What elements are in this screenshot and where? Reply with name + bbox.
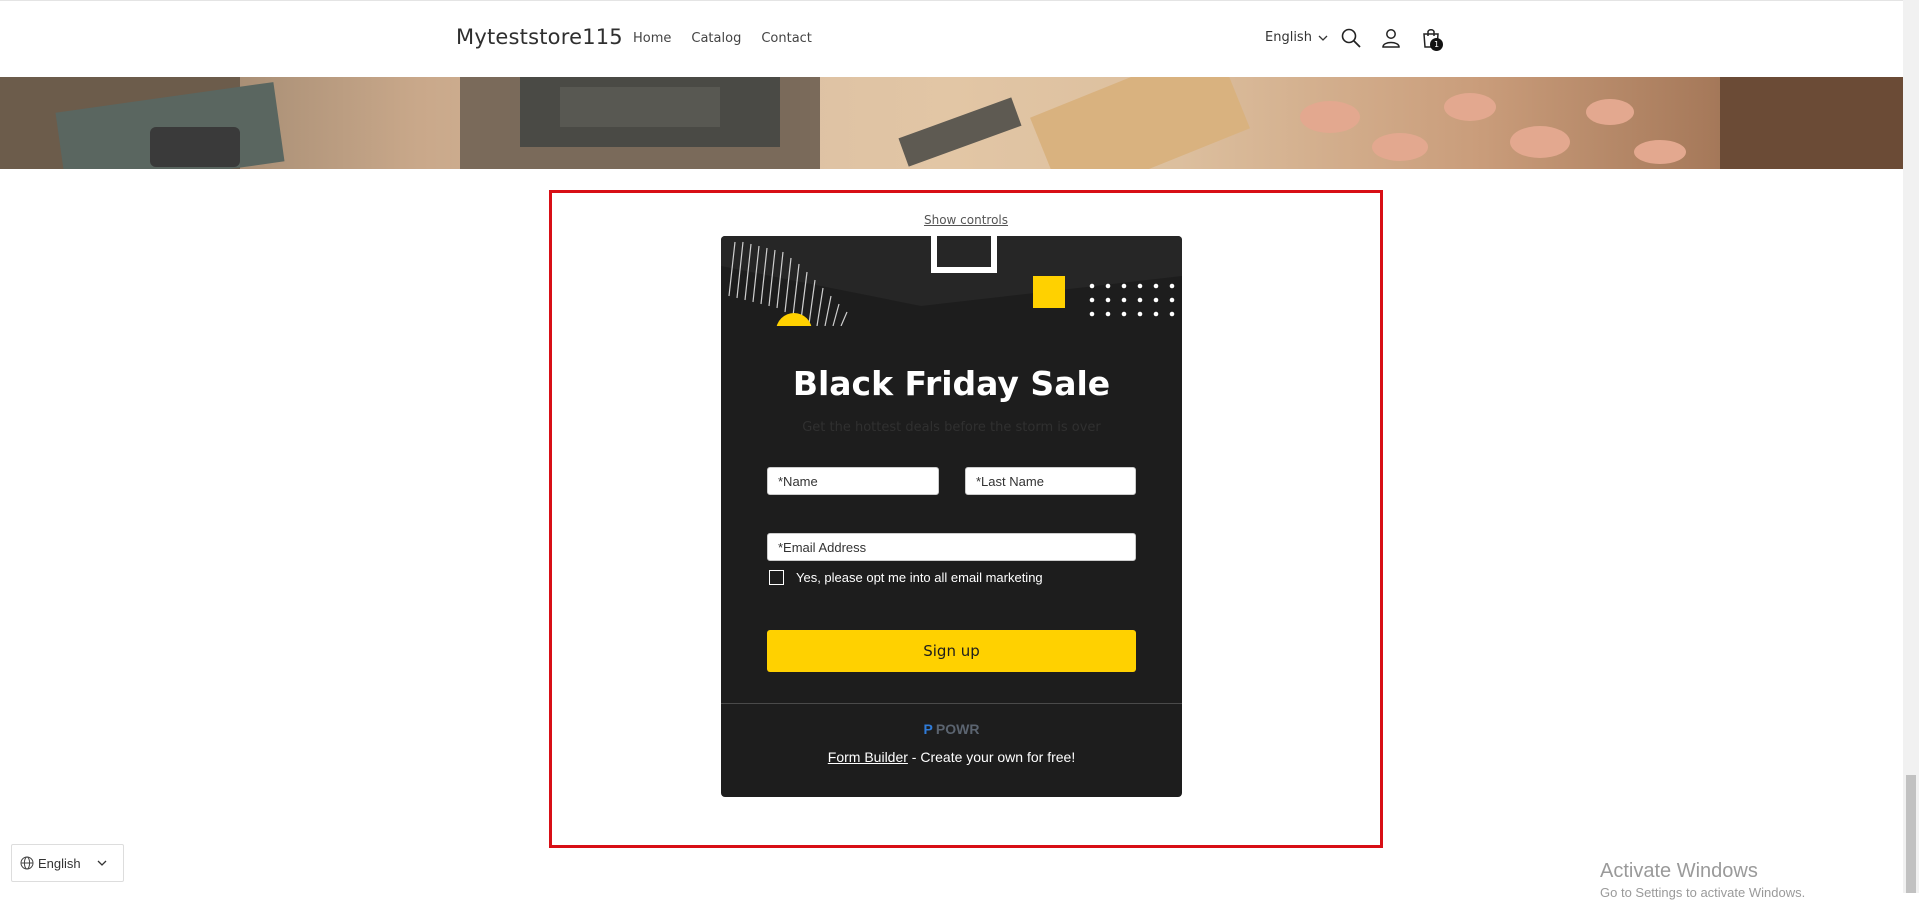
builder-promo-text: - Create your own for free! [907,749,1076,765]
nav-contact[interactable]: Contact [761,31,812,46]
powr-label: POWR [935,721,980,737]
optin-label: Yes, please opt me into all email market… [796,570,1043,585]
divider [721,703,1182,704]
scrollbar-thumb[interactable] [1906,775,1916,893]
account-icon[interactable] [1380,27,1402,49]
globe-icon [20,856,34,870]
language-widget[interactable]: English [11,844,124,882]
hero-image [0,77,1903,169]
optin-row[interactable]: Yes, please opt me into all email market… [769,570,1043,585]
form-subtitle: Get the hottest deals before the storm i… [802,420,1101,435]
site-header: Myteststore115 Home Catalog Contact Engl… [0,0,1903,77]
decorative-header-graphic [721,236,1182,326]
cart-count-badge: 1 [1430,38,1443,51]
nav-home[interactable]: Home [633,31,671,46]
email-field[interactable] [767,533,1136,561]
show-controls-link[interactable]: Show controls [552,213,1380,227]
signup-button[interactable]: Sign up [767,630,1136,672]
search-icon[interactable] [1340,27,1362,49]
nav-catalog[interactable]: Catalog [691,31,741,46]
last-name-field[interactable] [965,467,1136,495]
store-logo[interactable]: Myteststore115 [456,25,623,49]
chevron-down-icon [97,860,107,866]
chevron-down-icon [1318,35,1328,41]
hero-tools-illustration [0,77,1903,169]
signup-form-card: Black Friday Sale Get the hottest deals … [721,236,1182,797]
form-title: Black Friday Sale [792,364,1111,403]
first-name-field[interactable] [767,467,939,495]
language-label: English [1265,30,1312,45]
language-selector[interactable]: English [1265,30,1328,45]
form-builder-link[interactable]: Form Builder [828,749,908,765]
page-scrollbar[interactable] [1903,0,1919,893]
activate-windows-title: Activate Windows [1600,860,1758,882]
optin-checkbox[interactable] [769,570,784,585]
powr-logo-icon: P [923,721,933,737]
main-nav: Home Catalog Contact [633,31,832,46]
language-widget-label: English [38,855,81,871]
powr-branding[interactable]: P POWR [721,721,1182,737]
builder-promo: Form Builder - Create your own for free! [721,749,1182,765]
